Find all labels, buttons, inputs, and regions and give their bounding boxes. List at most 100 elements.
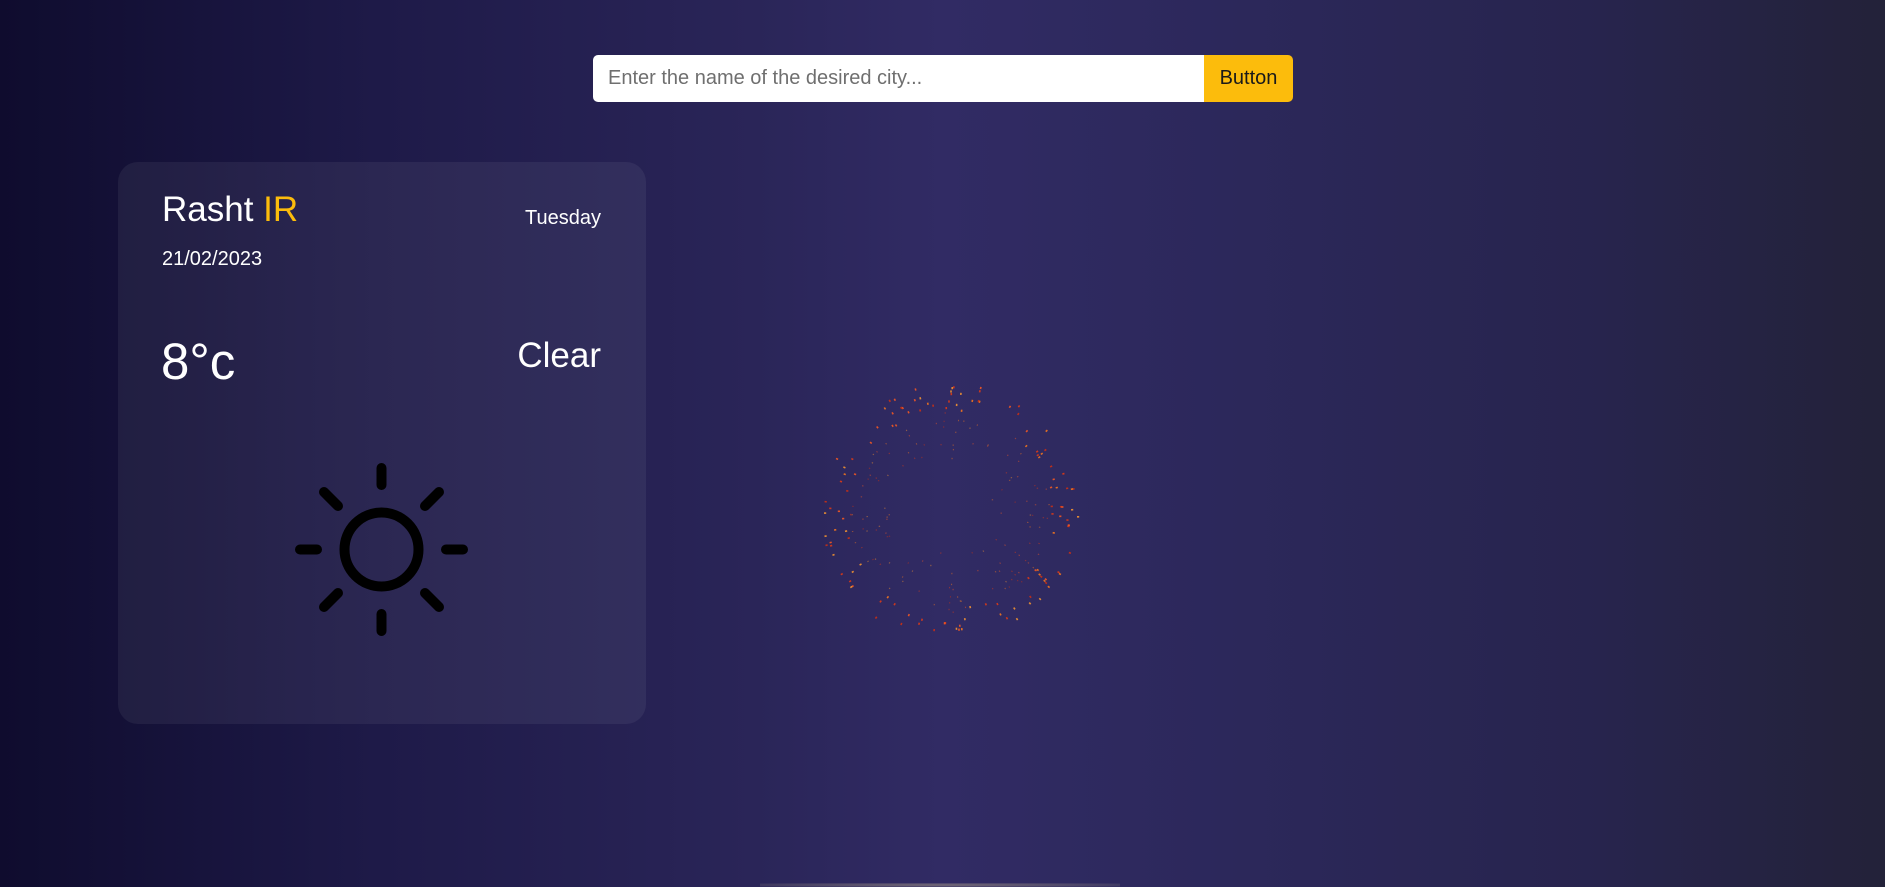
firework-spark bbox=[945, 406, 948, 410]
firework-spark bbox=[885, 532, 887, 534]
firework-spark bbox=[995, 538, 998, 541]
firework-spark bbox=[875, 477, 878, 479]
firework-spark bbox=[998, 570, 1001, 573]
firework-spark bbox=[913, 398, 916, 402]
firework-spark bbox=[861, 485, 864, 487]
firework-spark bbox=[1005, 471, 1008, 474]
firework-spark bbox=[1034, 484, 1036, 487]
firework-spark bbox=[874, 616, 878, 620]
firework-spark bbox=[874, 558, 877, 560]
firework-spark bbox=[1026, 521, 1029, 524]
firework-spark bbox=[944, 412, 946, 414]
firework-spark bbox=[935, 422, 937, 425]
firework-spark bbox=[1061, 506, 1064, 508]
firework-spark bbox=[851, 514, 853, 516]
firework-spark bbox=[905, 429, 908, 432]
firework-spark bbox=[860, 546, 863, 549]
temperature: 8°c bbox=[161, 333, 236, 390]
firework-spark bbox=[911, 570, 914, 572]
firework-spark bbox=[1062, 472, 1065, 475]
firework-spark bbox=[869, 474, 872, 476]
firework-spark bbox=[1049, 465, 1053, 468]
firework-spark bbox=[1000, 512, 1002, 514]
firework-spark bbox=[917, 622, 921, 626]
firework-spark bbox=[1008, 586, 1011, 588]
search-button[interactable]: Button bbox=[1204, 55, 1293, 102]
firework-spark bbox=[868, 467, 871, 470]
firework-spark bbox=[888, 535, 891, 538]
firework-spark bbox=[950, 390, 952, 393]
firework-spark bbox=[1010, 578, 1013, 581]
firework-spark bbox=[859, 563, 862, 566]
firework-spark bbox=[842, 517, 845, 520]
firework-spark bbox=[914, 388, 917, 391]
firework-spark bbox=[824, 535, 827, 538]
firework-spark bbox=[991, 499, 994, 501]
firework-spark bbox=[1024, 444, 1028, 448]
firework-spark bbox=[851, 530, 854, 533]
firework-spark bbox=[1004, 544, 1006, 546]
firework-spark bbox=[999, 562, 1001, 564]
firework-spark bbox=[1044, 448, 1047, 452]
firework-spark bbox=[955, 403, 958, 407]
firework-spark bbox=[824, 512, 827, 514]
firework-spark bbox=[1006, 454, 1009, 457]
firework-spark bbox=[933, 628, 936, 632]
firework-spark bbox=[1017, 460, 1020, 463]
firework-spark bbox=[1050, 505, 1053, 508]
firework-spark bbox=[1038, 573, 1041, 576]
firework-spark bbox=[1051, 513, 1054, 515]
firework-spark bbox=[991, 587, 994, 590]
firework-spark bbox=[824, 500, 827, 503]
firework-spark bbox=[907, 451, 910, 454]
firework-spark bbox=[900, 622, 903, 626]
firework-spark bbox=[940, 443, 942, 446]
firework-spark bbox=[1047, 585, 1051, 589]
firework-spark bbox=[1038, 542, 1040, 545]
firework-spark bbox=[1013, 607, 1016, 610]
firework-spark bbox=[893, 602, 896, 606]
firework-spark bbox=[843, 466, 846, 469]
firework-spark bbox=[829, 544, 833, 547]
firework-spark bbox=[1045, 488, 1048, 490]
firework-spark bbox=[1018, 554, 1021, 557]
firework-spark bbox=[886, 595, 890, 599]
firework-spark bbox=[849, 513, 852, 515]
firework-spark bbox=[1071, 508, 1074, 511]
firework-spark bbox=[900, 406, 903, 410]
firework-spark bbox=[976, 424, 979, 426]
firework-spark bbox=[886, 535, 889, 538]
firework-spark bbox=[862, 518, 864, 520]
firework-spark bbox=[1010, 476, 1013, 479]
firework-spark bbox=[1027, 576, 1030, 580]
firework-spark bbox=[952, 444, 954, 446]
firework-spark bbox=[960, 392, 962, 396]
firework-spark bbox=[1014, 501, 1016, 503]
firework-spark bbox=[872, 453, 875, 456]
firework-spark bbox=[1038, 526, 1041, 528]
weather-card: Rasht IR Tuesday 21/02/2023 8°c Clear bbox=[118, 162, 646, 724]
firework-spark bbox=[1005, 616, 1009, 620]
firework-spark bbox=[1036, 487, 1039, 489]
firework-spark bbox=[971, 551, 974, 554]
firework-spark bbox=[876, 450, 878, 453]
city-search-input[interactable] bbox=[593, 55, 1204, 102]
firework-spark bbox=[901, 576, 904, 578]
firework-spark bbox=[984, 602, 988, 606]
firework-spark bbox=[1026, 500, 1028, 502]
firework-spark bbox=[871, 462, 874, 464]
firework-spark bbox=[852, 505, 854, 508]
firework-spark bbox=[1067, 524, 1070, 527]
firework-spark bbox=[866, 530, 868, 532]
firework-spark bbox=[1046, 517, 1049, 519]
firework-spark bbox=[960, 600, 962, 603]
firework-spark bbox=[960, 409, 963, 412]
firework-spark bbox=[957, 596, 959, 598]
firework-spark bbox=[851, 570, 855, 574]
firework-spark bbox=[1029, 595, 1032, 599]
firework-spark bbox=[969, 605, 972, 609]
firework-spark bbox=[957, 419, 960, 422]
location-title: Rasht IR bbox=[162, 192, 298, 227]
firework-spark bbox=[883, 407, 887, 410]
firework-spark bbox=[1016, 579, 1019, 582]
